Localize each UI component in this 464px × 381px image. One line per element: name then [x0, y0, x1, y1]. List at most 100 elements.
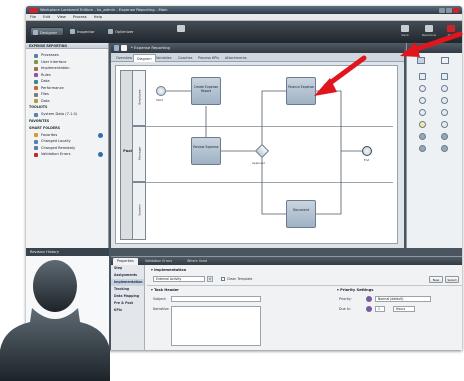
favorites-header: FAVORITES	[29, 118, 50, 123]
favorites-section[interactable]: FAVORITES	[26, 118, 108, 125]
palette-shape-icon[interactable]	[441, 73, 448, 80]
palette-shape-icon[interactable]	[419, 133, 426, 140]
properties-nav: Step Assignments Implementation Tracking…	[111, 265, 145, 350]
toolkits-section[interactable]: TOOLKITS	[26, 104, 108, 111]
palette-shape-icon[interactable]	[419, 85, 426, 92]
close-icon[interactable]	[453, 7, 459, 13]
tab-optimizer-label: Optimizer	[115, 29, 134, 34]
smart-folder-items: Favorites Changed Locally Changed Remotely…	[26, 132, 108, 158]
nav-step[interactable]: Step	[111, 265, 144, 272]
priority-variable-icon[interactable]	[366, 296, 372, 302]
clean-template-checkbox[interactable]	[221, 277, 225, 281]
palette-shape-icon[interactable]	[419, 109, 426, 116]
narrative-field[interactable]	[171, 306, 261, 346]
palette-shape-icon[interactable]	[441, 109, 448, 116]
start-event[interactable]	[156, 86, 166, 96]
tab-variables[interactable]: Variables	[153, 54, 175, 62]
palette-shape-icon[interactable]	[419, 145, 426, 152]
palette-shape-icon[interactable]	[441, 85, 448, 92]
revision-history-label: Revision History	[30, 250, 59, 254]
task-header-label: Task Header	[154, 288, 179, 292]
clean-template-label: Clean Template	[227, 277, 253, 281]
smart-folders-header: SMART FOLDERS	[29, 125, 61, 130]
tab-validation-errors[interactable]: Validation Errors	[141, 258, 176, 265]
library-item-label: Processes	[41, 53, 59, 57]
smart-folder-label: Validation Errors	[41, 152, 71, 156]
menu-help[interactable]: Help	[94, 15, 102, 19]
library-item-label: Rules	[41, 72, 51, 77]
tab-attachments[interactable]: Attachments	[222, 54, 250, 62]
tab-overview[interactable]: Overview	[113, 54, 135, 62]
smart-folders-section[interactable]: SMART FOLDERS	[26, 125, 108, 132]
library-item-label: User Interface	[41, 59, 67, 64]
forward-icon[interactable]	[121, 45, 127, 51]
smart-folder-label: Favorites	[41, 132, 58, 137]
nav-data-mapping[interactable]: Data Mapping	[111, 293, 144, 300]
implementation-select[interactable]: External Activity	[153, 276, 205, 282]
due-unit-select[interactable]: Hours	[393, 306, 415, 312]
properties-panel: Properties Validation Errors Where Used …	[111, 256, 462, 350]
priority-select[interactable]: Normal (default)	[375, 296, 431, 302]
approval-gateway-label: Approve?	[252, 161, 266, 165]
palette-shape-icon[interactable]	[441, 133, 448, 140]
maximize-icon[interactable]	[446, 7, 452, 13]
priority-label: Priority:	[339, 297, 352, 301]
due-variable-icon[interactable]	[366, 306, 372, 312]
due-in-field[interactable]: 1	[375, 306, 385, 312]
menu-view[interactable]: View	[57, 15, 66, 19]
palette-shape-icon[interactable]	[441, 97, 448, 104]
menu-file[interactable]: File	[30, 15, 36, 19]
palette-shape-icon[interactable]	[419, 121, 426, 128]
back-icon[interactable]	[114, 45, 119, 51]
end-event[interactable]	[362, 146, 372, 156]
nav-assignments[interactable]: Assignments	[111, 272, 144, 279]
nav-tracking[interactable]: Tracking	[111, 286, 144, 293]
count-badge	[98, 132, 103, 138]
toolkits-header: TOOLKITS	[29, 105, 48, 109]
menu-edit[interactable]: Edit	[43, 15, 50, 19]
tab-process-kpis[interactable]: Process KPIs	[195, 54, 222, 62]
task-system[interactable]: Document	[286, 200, 316, 228]
chevron-down-icon[interactable]: ▾	[207, 276, 213, 282]
library-item-label: Data	[41, 79, 50, 83]
subject-field[interactable]	[171, 296, 261, 302]
nav-pre-post[interactable]: Pre & Post	[111, 300, 144, 307]
palette-shape-icon[interactable]	[441, 121, 448, 128]
revision-history-bar[interactable]: Revision History	[26, 248, 109, 256]
task-create-expense-label: Create Expense Report	[193, 85, 219, 93]
new-button[interactable]: New	[429, 276, 443, 283]
tab-inspector-label: Inspector	[77, 29, 95, 34]
menu-process[interactable]: Process	[73, 15, 87, 19]
properties-tabs: Properties Validation Errors Where Used	[111, 257, 462, 265]
tab-inspector[interactable]: Inspector	[68, 27, 102, 36]
tab-coaches[interactable]: Coaches	[175, 54, 195, 62]
select-button[interactable]: Select	[445, 276, 459, 283]
menu-bar: File Edit View Process Help	[26, 14, 462, 21]
task-review-expense[interactable]: Review Expense	[191, 137, 221, 165]
nav-kpis[interactable]: KPIs	[111, 307, 144, 314]
palette-shape-icon[interactable]	[441, 145, 448, 152]
section-divider	[147, 285, 462, 286]
narrative-label: Narrative:	[153, 307, 170, 311]
minimize-icon[interactable]	[439, 7, 445, 13]
task-review-expense-label: Review Expense	[193, 145, 219, 149]
library-items: Processes User Interface Implementation Rul…	[26, 52, 108, 104]
end-event-label: End	[364, 158, 370, 162]
snapshot-icon	[177, 25, 185, 32]
toolbar-snapshot-button[interactable]	[172, 24, 190, 40]
palette-shape-icon[interactable]	[419, 97, 426, 104]
nav-implementation[interactable]: Implementation	[111, 279, 144, 286]
start-event-label: Start	[156, 98, 163, 102]
tab-designer[interactable]: Designer	[30, 27, 64, 36]
smart-folder-item[interactable]: Validation Errors	[26, 151, 108, 158]
tab-properties[interactable]: Properties	[113, 258, 138, 265]
implementation-header-label: Implementation	[154, 268, 187, 272]
implementation-header: ▾ Implementation	[151, 268, 187, 272]
window-title: Workplace Lombardi Edition - ko_admin - …	[40, 7, 168, 12]
tab-where-used[interactable]: Where Used	[183, 258, 211, 265]
palette-shape-icon[interactable]	[419, 73, 426, 80]
toolkit-icon	[34, 112, 38, 117]
task-create-expense[interactable]: Create Expense Report	[191, 77, 221, 105]
folder-icon	[34, 152, 38, 157]
tab-optimizer[interactable]: Optimizer	[106, 27, 140, 36]
